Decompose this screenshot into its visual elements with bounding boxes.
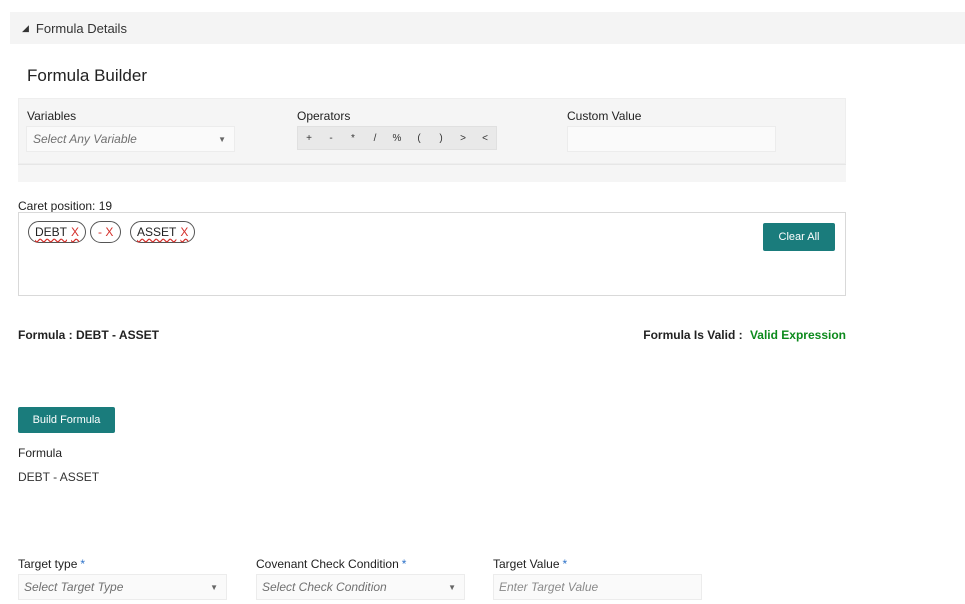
target-type-placeholder: Select Target Type: [24, 580, 124, 594]
custom-value-input[interactable]: [567, 126, 776, 152]
operator-minus-button[interactable]: -: [320, 127, 342, 149]
remove-token-icon[interactable]: X: [180, 225, 188, 239]
formula-summary-label: Formula :: [18, 328, 73, 342]
clear-all-button[interactable]: Clear All: [763, 223, 835, 251]
target-type-dropdown[interactable]: Select Target Type ▼: [18, 574, 227, 600]
validity-value: Valid Expression: [749, 328, 846, 342]
formula-token-debt[interactable]: DEBT X: [28, 221, 87, 243]
build-formula-button[interactable]: Build Formula: [18, 407, 115, 433]
formula-editor[interactable]: DEBT X - X ASSET X Clear All: [18, 212, 846, 296]
target-value-label: Target Value *: [493, 557, 567, 571]
target-value-label-text: Target Value: [493, 557, 560, 571]
chevron-down-icon: ▼: [218, 134, 226, 144]
check-condition-placeholder: Select Check Condition: [262, 580, 387, 594]
target-type-label: Target type *: [18, 557, 85, 571]
variables-label: Variables: [27, 109, 77, 123]
token-text: DEBT: [35, 225, 68, 239]
operator-greater-than-button[interactable]: >: [452, 127, 474, 149]
formula-result-value: DEBT - ASSET: [18, 470, 100, 484]
target-type-label-text: Target type: [18, 557, 78, 571]
variables-placeholder: Select Any Variable: [33, 132, 137, 146]
operator-multiply-button[interactable]: *: [342, 127, 364, 149]
chevron-down-icon: ▼: [210, 582, 218, 592]
check-condition-label: Covenant Check Condition *: [256, 557, 406, 571]
operator-plus-button[interactable]: +: [298, 127, 320, 149]
custom-value-label: Custom Value: [567, 109, 642, 123]
section-title: Formula Details: [35, 20, 127, 36]
operator-close-paren-button[interactable]: ): [430, 127, 452, 149]
operator-open-paren-button[interactable]: (: [408, 127, 430, 149]
formula-result-label: Formula: [18, 446, 63, 460]
required-marker: *: [562, 557, 568, 571]
operators-label: Operators: [297, 109, 351, 123]
collapse-triangle-icon[interactable]: ◢: [22, 23, 29, 34]
target-value-input[interactable]: Enter Target Value: [493, 574, 702, 600]
variables-dropdown[interactable]: Select Any Variable ▼: [26, 126, 235, 152]
operator-modulo-button[interactable]: %: [386, 127, 408, 149]
validity-label: Formula Is Valid :: [643, 328, 743, 342]
operator-less-than-button[interactable]: <: [474, 127, 496, 149]
token-text: - X: [98, 225, 114, 239]
operators-toolbar: + - * / % ( ) > <: [297, 126, 497, 150]
chevron-down-icon: ▼: [448, 582, 456, 592]
formula-summary-value: DEBT - ASSET: [76, 328, 159, 342]
formula-summary: Formula : DEBT - ASSET: [18, 328, 159, 342]
check-condition-label-text: Covenant Check Condition: [256, 557, 399, 571]
token-text: ASSET: [137, 225, 177, 239]
formula-builder-panel: Variables Select Any Variable ▼ Operator…: [18, 98, 846, 164]
section-header-formula-details[interactable]: ◢ Formula Details: [10, 12, 965, 44]
remove-token-icon[interactable]: X: [71, 225, 79, 239]
formula-validity: Formula Is Valid : Valid Expression: [643, 328, 846, 342]
caret-position-label: Caret position: 19: [18, 199, 113, 213]
operator-divide-button[interactable]: /: [364, 127, 386, 149]
check-condition-dropdown[interactable]: Select Check Condition ▼: [256, 574, 465, 600]
required-marker: *: [401, 557, 407, 571]
page-title: Formula Builder: [27, 66, 147, 85]
formula-token-asset[interactable]: ASSET X: [130, 221, 196, 243]
builder-panel-footer: [18, 164, 846, 182]
required-marker: *: [80, 557, 86, 571]
formula-token-operator[interactable]: - X: [90, 221, 122, 243]
